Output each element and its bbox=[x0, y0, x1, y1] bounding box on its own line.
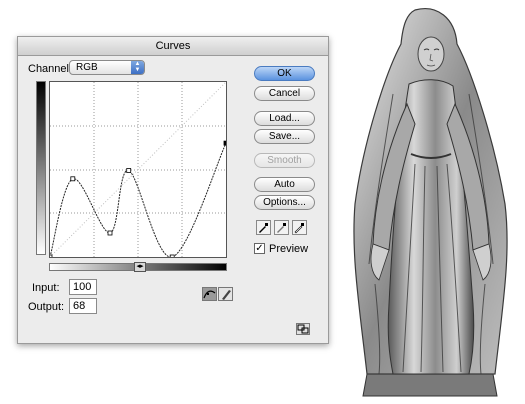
curve-graph[interactable] bbox=[47, 81, 229, 260]
ramp-direction-toggle[interactable]: ◂▸ bbox=[134, 262, 146, 272]
eyedropper-black-icon[interactable] bbox=[256, 220, 271, 235]
curve-control-point[interactable] bbox=[126, 168, 132, 173]
expand-view-icon[interactable] bbox=[296, 323, 310, 335]
preview-label: Preview bbox=[269, 243, 309, 255]
input-label: Input: bbox=[32, 282, 60, 294]
output-gradient-ramp bbox=[36, 81, 46, 255]
cancel-button[interactable]: Cancel bbox=[254, 86, 315, 101]
preview-checkbox[interactable]: ✓ bbox=[254, 243, 265, 254]
eyedropper-white-icon[interactable] bbox=[292, 220, 307, 235]
input-field[interactable]: 100 bbox=[69, 279, 97, 295]
curve-control-point[interactable] bbox=[70, 176, 76, 182]
output-field[interactable]: 68 bbox=[69, 298, 97, 314]
eyedropper-gray-icon[interactable] bbox=[274, 220, 289, 235]
auto-button[interactable]: Auto bbox=[254, 177, 315, 192]
curve-control-point[interactable] bbox=[107, 230, 113, 236]
output-label: Output: bbox=[28, 301, 65, 313]
statue-image bbox=[353, 8, 508, 397]
dialog-title: Curves bbox=[18, 37, 328, 56]
pencil-tool-icon[interactable] bbox=[218, 287, 233, 301]
curves-dialog: Curves Channel: RGB ▲ ▼ ◂▸ Input: 100 Out… bbox=[17, 36, 329, 344]
channel-select[interactable]: RGB ▲ ▼ bbox=[69, 60, 145, 75]
channel-label: Channel: bbox=[28, 63, 73, 75]
smooth-button[interactable]: Smooth bbox=[254, 153, 315, 168]
curve-control-point[interactable] bbox=[169, 254, 175, 260]
curve-graph-svg bbox=[47, 81, 229, 260]
curve-point-tool-icon[interactable] bbox=[202, 287, 217, 301]
ok-button[interactable]: OK bbox=[254, 66, 315, 81]
curve-control-point[interactable] bbox=[223, 140, 229, 146]
channel-value: RGB bbox=[76, 62, 98, 73]
options-button[interactable]: Options... bbox=[254, 195, 315, 210]
load-button[interactable]: Load... bbox=[254, 111, 315, 126]
curve-control-point[interactable] bbox=[47, 254, 53, 260]
up-down-arrows-icon: ▲ ▼ bbox=[131, 61, 144, 74]
save-button[interactable]: Save... bbox=[254, 129, 315, 144]
